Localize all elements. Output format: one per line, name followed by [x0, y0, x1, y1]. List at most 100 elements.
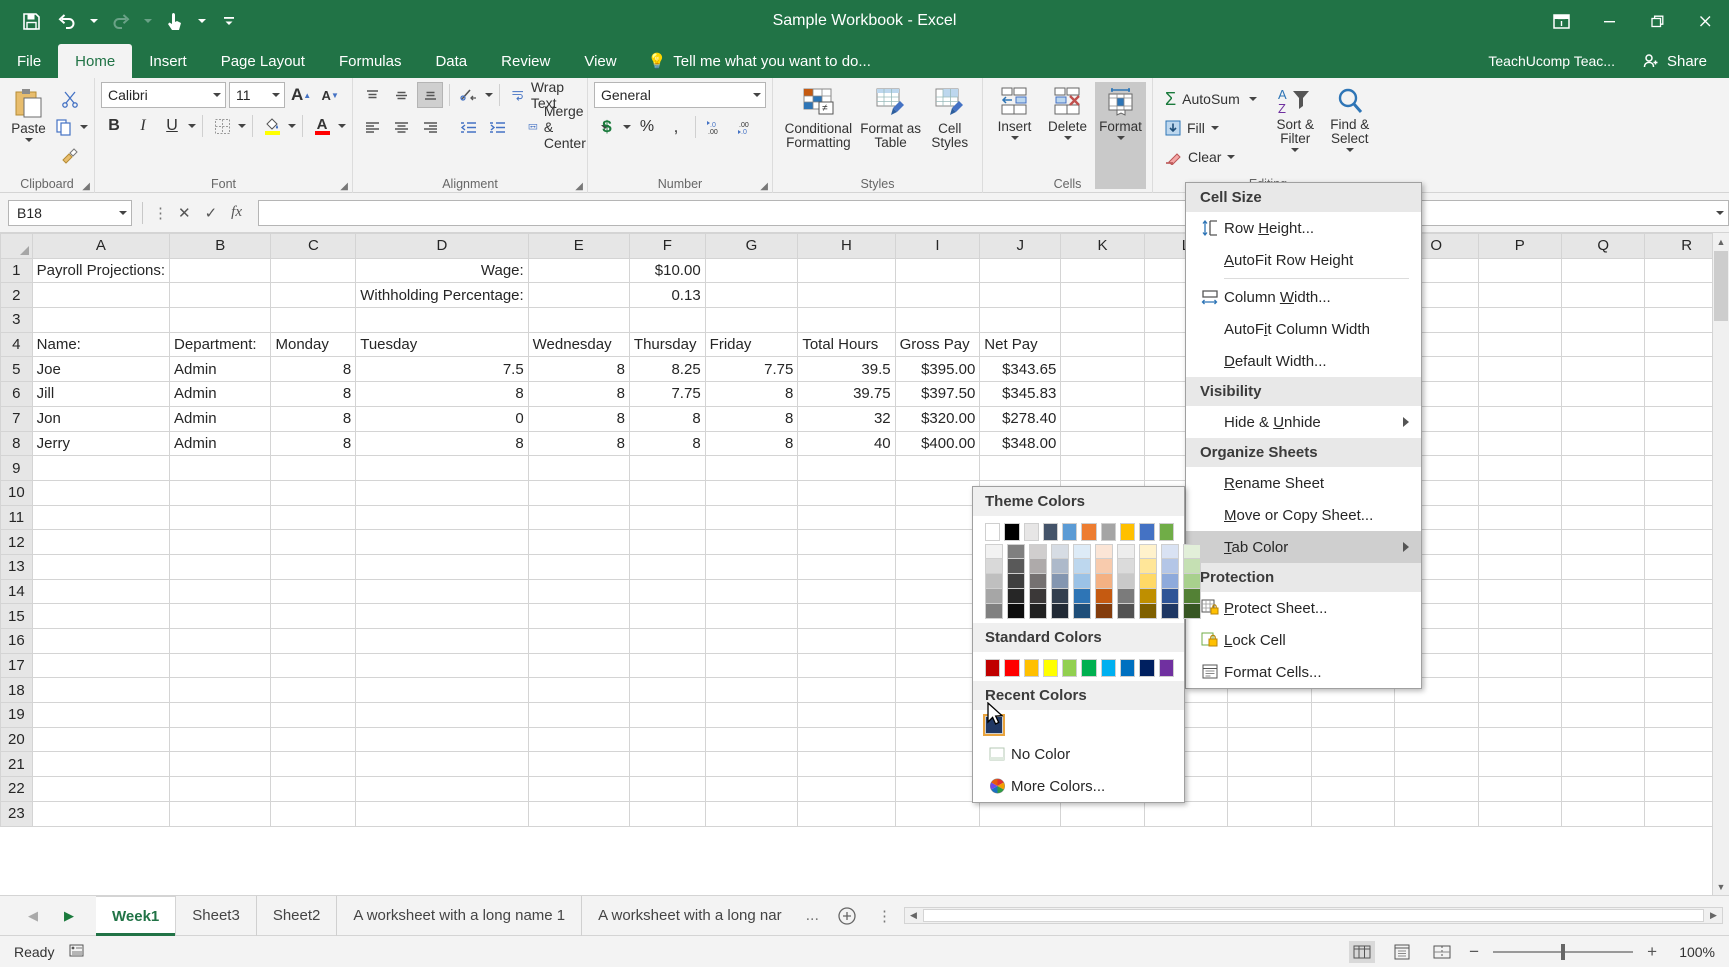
theme-shade-swatch-0-4[interactable] — [985, 604, 1003, 619]
cell-Q14[interactable] — [1560, 578, 1646, 605]
delete-dropdown-icon[interactable] — [1063, 136, 1072, 141]
font-dialog-launcher[interactable]: ◢ — [340, 181, 348, 192]
theme-shade-swatch-3-3[interactable] — [1051, 589, 1069, 604]
cell-E7[interactable]: 8 — [527, 405, 630, 432]
column-header-E[interactable]: E — [527, 233, 630, 259]
cell-A15[interactable] — [31, 603, 171, 629]
sheet-tab-sheet3[interactable]: Sheet3 — [176, 895, 257, 936]
insert-function-icon[interactable]: fx — [231, 204, 242, 221]
theme-shade-swatch-5-3[interactable] — [1095, 589, 1113, 604]
cell-J23[interactable] — [979, 800, 1062, 827]
cut-button[interactable] — [51, 86, 88, 112]
cell-F1[interactable]: $10.00 — [628, 257, 706, 284]
insert-cells-button[interactable]: Insert — [989, 82, 1040, 189]
cell-C1[interactable] — [270, 257, 357, 284]
find-select-dropdown-icon[interactable] — [1345, 148, 1354, 153]
theme-color-swatch-4[interactable] — [1062, 523, 1078, 541]
standard-color-swatch-7[interactable] — [1120, 659, 1136, 677]
cell-D23[interactable] — [355, 800, 529, 827]
align-left-button[interactable] — [359, 114, 385, 140]
cell-H18[interactable] — [797, 677, 896, 704]
cell-B19[interactable] — [169, 702, 272, 728]
menu-item-hide-unhide[interactable]: Hide & Unhide — [1186, 406, 1421, 438]
cell-C17[interactable] — [270, 652, 357, 679]
cell-E1[interactable] — [527, 257, 630, 284]
cell-F15[interactable] — [628, 603, 706, 629]
cell-E9[interactable] — [527, 455, 630, 481]
column-header-B[interactable]: B — [169, 233, 272, 259]
cell-E8[interactable]: 8 — [527, 430, 630, 457]
sheet-nav-prev-icon[interactable]: ◀ — [28, 908, 38, 924]
cell-I8[interactable]: $400.00 — [894, 430, 981, 457]
cell-H23[interactable] — [797, 800, 896, 827]
cell-I17[interactable] — [894, 652, 981, 679]
row-header-18[interactable]: 18 — [0, 677, 33, 704]
normal-view-button[interactable] — [1349, 940, 1376, 963]
borders-button[interactable] — [209, 113, 235, 139]
cell-P12[interactable] — [1477, 529, 1562, 555]
cell-E14[interactable] — [527, 578, 630, 605]
cell-Q9[interactable] — [1560, 455, 1646, 481]
cell-B8[interactable]: Admin — [169, 430, 272, 457]
tab-file[interactable]: File — [0, 44, 58, 78]
restore-icon[interactable] — [1633, 0, 1681, 42]
expand-formula-bar-icon[interactable] — [1716, 210, 1724, 215]
bold-button[interactable]: B — [101, 113, 127, 139]
cell-G21[interactable] — [704, 751, 799, 778]
select-all-button[interactable] — [0, 233, 33, 259]
column-header-F[interactable]: F — [628, 233, 706, 259]
cell-G12[interactable] — [704, 529, 799, 555]
font-color-button[interactable]: A — [309, 113, 335, 139]
column-header-G[interactable]: G — [704, 233, 799, 259]
column-header-Q[interactable]: Q — [1560, 233, 1646, 259]
cell-C2[interactable] — [270, 282, 357, 309]
cell-P10[interactable] — [1477, 479, 1562, 506]
menu-item-lock-cell[interactable]: Lock Cell — [1186, 624, 1421, 656]
tab-page-layout[interactable]: Page Layout — [204, 44, 322, 78]
column-header-J[interactable]: J — [979, 233, 1062, 259]
cell-F13[interactable] — [628, 553, 706, 580]
cell-D18[interactable] — [355, 677, 529, 704]
page-layout-view-button[interactable] — [1389, 941, 1415, 963]
zoom-knob[interactable] — [1561, 943, 1566, 960]
cell-E18[interactable] — [527, 677, 630, 704]
cell-A21[interactable] — [31, 751, 171, 778]
column-header-D[interactable]: D — [355, 233, 529, 259]
cell-F12[interactable] — [628, 529, 706, 555]
row-header-8[interactable]: 8 — [0, 430, 33, 457]
cell-C15[interactable] — [270, 603, 357, 629]
sheet-tab-long-name-1[interactable]: A worksheet with a long name 1 — [337, 895, 583, 936]
sort-filter-button[interactable]: AZ Sort & Filter — [1268, 82, 1323, 170]
cell-I2[interactable] — [894, 282, 981, 309]
theme-shade-swatch-1-1[interactable] — [1007, 559, 1025, 574]
cell-Q4[interactable] — [1560, 331, 1646, 358]
theme-shade-swatch-3-2[interactable] — [1051, 574, 1069, 589]
cell-B18[interactable] — [169, 677, 272, 704]
row-header-2[interactable]: 2 — [0, 282, 33, 309]
cell-A4[interactable]: Name: — [31, 331, 171, 358]
cell-H11[interactable] — [797, 504, 896, 531]
cell-styles-button[interactable]: Cell Styles — [924, 82, 976, 150]
cell-I5[interactable]: $395.00 — [894, 356, 981, 383]
cell-I1[interactable] — [894, 257, 981, 284]
scroll-down-arrow-icon[interactable]: ▼ — [1713, 878, 1729, 895]
theme-shade-swatch-2-4[interactable] — [1029, 604, 1047, 619]
cell-G1[interactable] — [704, 257, 799, 284]
row-header-21[interactable]: 21 — [0, 751, 33, 778]
cell-F5[interactable]: 8.25 — [628, 356, 706, 383]
cell-I15[interactable] — [894, 603, 981, 629]
autosum-dropdown-icon[interactable] — [1248, 97, 1257, 101]
cell-P20[interactable] — [1477, 726, 1562, 753]
theme-shade-swatch-0-2[interactable] — [985, 574, 1003, 589]
cell-H6[interactable]: 39.75 — [797, 381, 896, 407]
cell-E6[interactable]: 8 — [527, 381, 630, 407]
theme-shade-swatch-9-4[interactable] — [1183, 604, 1201, 619]
theme-shade-swatch-0-3[interactable] — [985, 589, 1003, 604]
cell-J3[interactable] — [979, 307, 1062, 333]
cell-A1[interactable]: Payroll Projections: — [31, 257, 171, 284]
menu-item-autofit-row-height[interactable]: AutoFit Row Height — [1186, 244, 1421, 276]
cell-B20[interactable] — [169, 726, 272, 753]
cell-A19[interactable] — [31, 702, 171, 728]
cell-C20[interactable] — [270, 726, 357, 753]
row-header-13[interactable]: 13 — [0, 553, 33, 580]
